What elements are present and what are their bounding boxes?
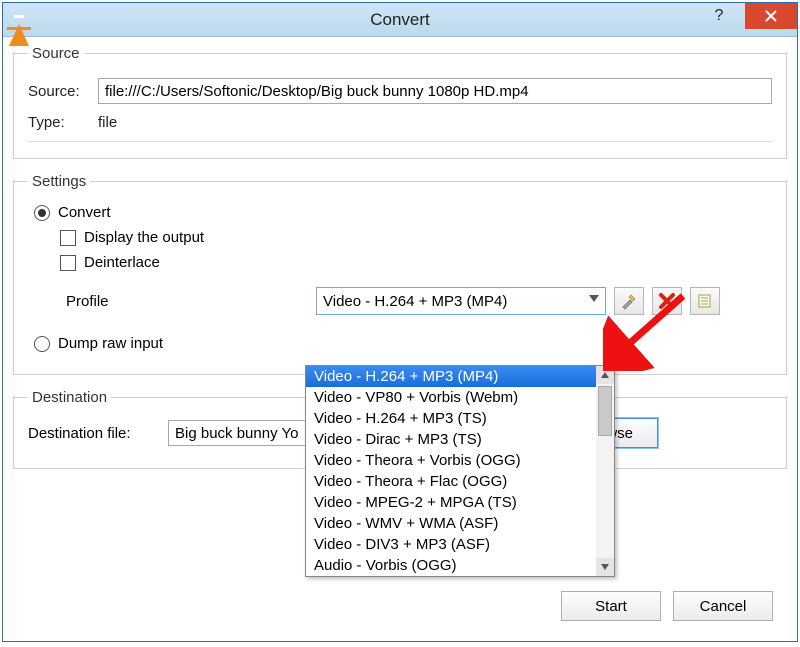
dropdown-scrollbar[interactable] bbox=[596, 366, 614, 576]
delete-profile-button[interactable] bbox=[652, 287, 682, 315]
new-profile-button[interactable] bbox=[690, 287, 720, 315]
profile-option[interactable]: Video - Theora + Vorbis (OGG) bbox=[306, 450, 596, 471]
display-output-checkbox[interactable] bbox=[60, 230, 76, 246]
type-label: Type: bbox=[28, 114, 98, 131]
profile-selected-text: Video - H.264 + MP3 (MP4) bbox=[323, 293, 507, 310]
profile-option[interactable]: Video - MPEG-2 + MPGA (TS) bbox=[306, 492, 596, 513]
convert-dialog: Convert ? Source Source: Type: file Sett… bbox=[2, 2, 798, 642]
deinterlace-label: Deinterlace bbox=[84, 254, 160, 271]
scroll-down-arrow-icon[interactable] bbox=[596, 558, 614, 576]
cancel-button[interactable]: Cancel bbox=[673, 591, 773, 621]
dump-raw-label: Dump raw input bbox=[58, 335, 163, 352]
settings-group: Settings Convert Display the output Dein… bbox=[13, 173, 787, 375]
profile-option[interactable]: Video - H.264 + MP3 (TS) bbox=[306, 408, 596, 429]
scroll-up-arrow-icon[interactable] bbox=[596, 366, 614, 384]
chevron-down-icon bbox=[589, 295, 599, 302]
convert-radio-label: Convert bbox=[58, 204, 111, 221]
profile-option[interactable]: Video - H.264 + MP3 (MP4) bbox=[306, 366, 596, 387]
convert-radio-row[interactable]: Convert bbox=[34, 204, 772, 221]
settings-legend: Settings bbox=[28, 173, 90, 190]
destination-legend: Destination bbox=[28, 389, 111, 406]
dump-raw-row[interactable]: Dump raw input bbox=[34, 335, 772, 352]
window-title: Convert bbox=[370, 10, 430, 30]
new-document-icon bbox=[697, 293, 713, 309]
convert-radio[interactable] bbox=[34, 205, 50, 221]
display-output-row[interactable]: Display the output bbox=[60, 229, 772, 246]
profile-option[interactable]: Video - WMV + WMA (ASF) bbox=[306, 513, 596, 534]
source-separator bbox=[28, 141, 772, 142]
profile-option[interactable]: Audio - Vorbis (OGG) bbox=[306, 555, 596, 576]
x-delete-icon bbox=[659, 293, 675, 309]
titlebar: Convert ? bbox=[3, 3, 797, 37]
destination-file-label: Destination file: bbox=[28, 425, 158, 442]
scrollbar-thumb[interactable] bbox=[598, 386, 612, 436]
profile-option[interactable]: Video - VP80 + Vorbis (Webm) bbox=[306, 387, 596, 408]
profile-option[interactable]: Video - DIV3 + MP3 (ASF) bbox=[306, 534, 596, 555]
close-button[interactable] bbox=[745, 3, 797, 29]
wrench-screwdriver-icon bbox=[620, 292, 638, 310]
profile-dropdown-list[interactable]: Video - H.264 + MP3 (MP4) Video - VP80 +… bbox=[305, 365, 615, 577]
source-legend: Source bbox=[28, 45, 84, 62]
profile-option[interactable]: Video - Theora + Flac (OGG) bbox=[306, 471, 596, 492]
edit-profile-button[interactable] bbox=[614, 287, 644, 315]
deinterlace-row[interactable]: Deinterlace bbox=[60, 254, 772, 271]
display-output-label: Display the output bbox=[84, 229, 204, 246]
profile-combobox[interactable]: Video - H.264 + MP3 (MP4) bbox=[316, 287, 606, 315]
source-input[interactable] bbox=[98, 78, 772, 104]
deinterlace-checkbox[interactable] bbox=[60, 255, 76, 271]
vlc-cone-icon bbox=[9, 7, 35, 33]
help-button[interactable]: ? bbox=[693, 3, 745, 29]
type-value: file bbox=[98, 114, 117, 131]
start-button[interactable]: Start bbox=[561, 591, 661, 621]
profile-label: Profile bbox=[66, 293, 316, 310]
source-label: Source: bbox=[28, 83, 98, 100]
profile-option[interactable]: Video - Dirac + MP3 (TS) bbox=[306, 429, 596, 450]
dump-raw-radio[interactable] bbox=[34, 336, 50, 352]
source-group: Source Source: Type: file bbox=[13, 45, 787, 159]
